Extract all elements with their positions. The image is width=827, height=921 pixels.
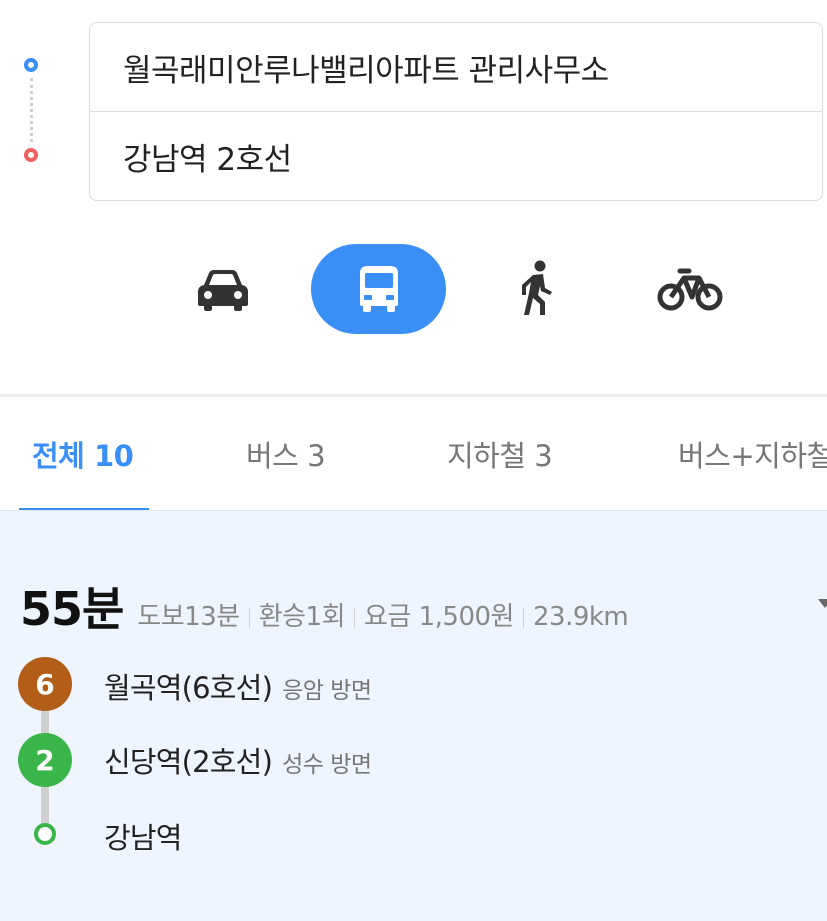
car-icon bbox=[198, 270, 248, 311]
origin-marker-icon bbox=[24, 58, 38, 72]
tab-subway[interactable]: 지하철 3 bbox=[447, 397, 553, 510]
mode-bike-button[interactable] bbox=[645, 244, 735, 334]
route-step: 신당역(2호선) 성수 방면 bbox=[104, 739, 372, 781]
direction: 성수 방면 bbox=[282, 752, 372, 778]
station-name: 강남역 bbox=[104, 821, 182, 855]
route-step: 강남역 bbox=[104, 815, 182, 857]
subway-line-6-badge: 6 bbox=[18, 657, 72, 711]
route-connector bbox=[30, 78, 33, 142]
route-input-box: 월곡래미안루나밸리아파트 관리사무소 강남역 2호선 bbox=[89, 22, 823, 201]
arrival-marker-icon bbox=[34, 823, 56, 845]
bicycle-icon bbox=[657, 268, 723, 311]
transfer-count: 환승1회 bbox=[258, 602, 346, 632]
route-summary: 55분 도보13분 환승1회 요금 1,500원 23.9km bbox=[20, 573, 629, 639]
result-tabs: 전체 10 버스 3 지하철 3 버스+지하철 bbox=[0, 397, 827, 510]
origin-input[interactable]: 월곡래미안루나밸리아파트 관리사무소 bbox=[90, 23, 822, 112]
destination-text: 강남역 2호선 bbox=[123, 142, 292, 178]
subway-line-2-badge: 2 bbox=[18, 733, 72, 787]
mode-transit-button[interactable] bbox=[311, 244, 446, 334]
divider bbox=[248, 607, 250, 628]
walk-time: 도보13분 bbox=[137, 602, 240, 632]
walk-icon bbox=[522, 260, 552, 315]
mode-car-button[interactable] bbox=[178, 244, 268, 334]
route-duration: 55분 bbox=[20, 582, 124, 636]
divider bbox=[354, 607, 356, 628]
origin-text: 월곡래미안루나밸리아파트 관리사무소 bbox=[123, 52, 609, 89]
station-name: 신당역(2호선) bbox=[104, 745, 273, 779]
distance: 23.9km bbox=[532, 602, 629, 632]
expand-caret-icon[interactable] bbox=[818, 599, 827, 608]
route-result-card[interactable]: 55분 도보13분 환승1회 요금 1,500원 23.9km 6 2 월곡역(6호선… bbox=[0, 510, 827, 921]
divider bbox=[522, 607, 524, 628]
bus-icon bbox=[359, 266, 398, 312]
fare: 요금 1,500원 bbox=[364, 602, 514, 632]
tab-bus-subway[interactable]: 버스+지하철 bbox=[678, 397, 827, 510]
destination-marker-icon bbox=[24, 148, 38, 162]
destination-input[interactable]: 강남역 2호선 bbox=[90, 112, 822, 201]
tab-bus[interactable]: 버스 3 bbox=[246, 397, 326, 510]
mode-walk-button[interactable] bbox=[492, 244, 582, 334]
route-step: 월곡역(6호선) 응암 방면 bbox=[104, 665, 372, 707]
direction: 응암 방면 bbox=[282, 678, 372, 704]
route-markers bbox=[0, 0, 80, 210]
tab-all[interactable]: 전체 10 bbox=[32, 397, 134, 510]
route-stats: 도보13분 환승1회 요금 1,500원 23.9km bbox=[137, 596, 628, 633]
station-name: 월곡역(6호선) bbox=[104, 671, 273, 705]
